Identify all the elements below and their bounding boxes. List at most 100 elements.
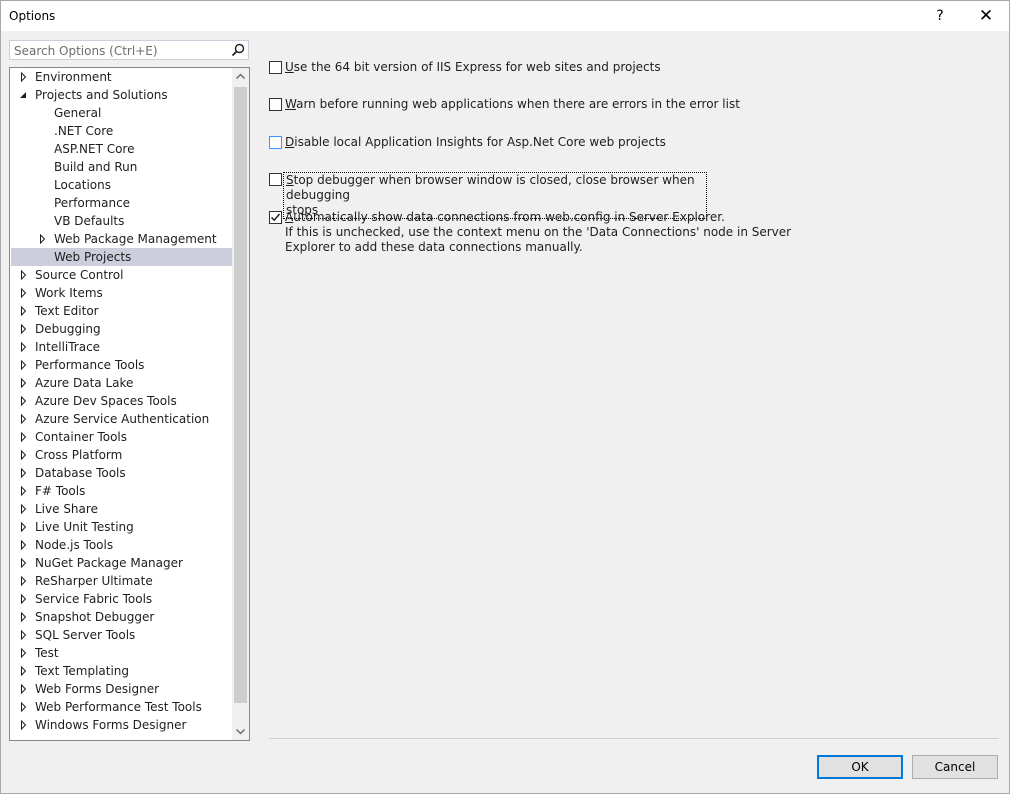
tree-item-live-share[interactable]: Live Share	[11, 500, 232, 518]
tree-item-label: Azure Data Lake	[35, 376, 134, 390]
tree-item-vb-defaults[interactable]: VB Defaults	[11, 212, 232, 230]
tree-item-sql-server-tools[interactable]: SQL Server Tools	[11, 626, 232, 644]
tree-item-build-and-run[interactable]: Build and Run	[11, 158, 232, 176]
tree-item-net-core[interactable]: .NET Core	[11, 122, 232, 140]
tree-item-service-fabric-tools[interactable]: Service Fabric Tools	[11, 590, 232, 608]
tree-item-intellitrace[interactable]: IntelliTrace	[11, 338, 232, 356]
scroll-down-icon[interactable]	[232, 723, 249, 740]
collapsed-arrow-icon[interactable]	[19, 716, 29, 734]
collapsed-arrow-icon[interactable]	[19, 590, 29, 608]
tree-item-text-templating[interactable]: Text Templating	[11, 662, 232, 680]
collapsed-arrow-icon[interactable]	[19, 572, 29, 590]
tree-item-environment[interactable]: Environment	[11, 68, 232, 86]
tree-item-label: Performance Tools	[35, 358, 145, 372]
collapsed-arrow-icon[interactable]	[19, 554, 29, 572]
collapsed-arrow-icon[interactable]	[19, 536, 29, 554]
checkbox-warn-before-running[interactable]	[269, 98, 282, 111]
collapsed-arrow-icon[interactable]	[19, 662, 29, 680]
search-icon[interactable]	[231, 43, 245, 57]
collapsed-arrow-icon[interactable]	[19, 518, 29, 536]
tree-item-node-js-tools[interactable]: Node.js Tools	[11, 536, 232, 554]
tree-item-label: Projects and Solutions	[35, 88, 168, 102]
cancel-button[interactable]: Cancel	[912, 755, 998, 779]
collapsed-arrow-icon[interactable]	[19, 338, 29, 356]
collapsed-arrow-icon[interactable]	[19, 284, 29, 302]
tree-item-nuget-package-manager[interactable]: NuGet Package Manager	[11, 554, 232, 572]
tree-item-label: Snapshot Debugger	[35, 610, 155, 624]
collapsed-arrow-icon[interactable]	[19, 428, 29, 446]
collapsed-arrow-icon[interactable]	[19, 626, 29, 644]
tree-item-source-control[interactable]: Source Control	[11, 266, 232, 284]
tree-item-web-forms-designer[interactable]: Web Forms Designer	[11, 680, 232, 698]
collapsed-arrow-icon[interactable]	[19, 500, 29, 518]
scroll-up-icon[interactable]	[232, 68, 249, 85]
collapsed-arrow-icon[interactable]	[19, 446, 29, 464]
tree-item-label: Performance	[54, 196, 131, 210]
collapsed-arrow-icon[interactable]	[19, 644, 29, 662]
collapsed-arrow-icon[interactable]	[19, 266, 29, 284]
tree-item-work-items[interactable]: Work Items	[11, 284, 232, 302]
tree-item-azure-service-authentication[interactable]: Azure Service Authentication	[11, 410, 232, 428]
collapsed-arrow-icon[interactable]	[19, 608, 29, 626]
search-options-input[interactable]: Search Options (Ctrl+E)	[9, 40, 249, 60]
checkmark-icon	[270, 213, 281, 222]
checkbox-64bit-iis-express[interactable]	[269, 61, 282, 74]
tree-item-test[interactable]: Test	[11, 644, 232, 662]
tree-item-performance[interactable]: Performance	[11, 194, 232, 212]
collapsed-arrow-icon[interactable]	[19, 356, 29, 374]
collapsed-arrow-icon[interactable]	[19, 680, 29, 698]
tree-item-azure-dev-spaces-tools[interactable]: Azure Dev Spaces Tools	[11, 392, 232, 410]
tree-item-text-editor[interactable]: Text Editor	[11, 302, 232, 320]
tree-item-live-unit-testing[interactable]: Live Unit Testing	[11, 518, 232, 536]
tree-item-label: Database Tools	[35, 466, 126, 480]
collapsed-arrow-icon[interactable]	[19, 302, 29, 320]
checkbox-show-data-connections[interactable]	[269, 211, 282, 224]
close-button[interactable]: ✕	[963, 1, 1009, 31]
tree-item-web-projects[interactable]: Web Projects	[11, 248, 232, 266]
search-placeholder: Search Options (Ctrl+E)	[14, 44, 158, 58]
collapsed-arrow-icon[interactable]	[19, 320, 29, 338]
tree-item-container-tools[interactable]: Container Tools	[11, 428, 232, 446]
tree-item-windows-forms-designer[interactable]: Windows Forms Designer	[11, 716, 232, 734]
tree-item-label: Web Performance Test Tools	[35, 700, 202, 714]
options-tree[interactable]: Windows Forms Designer Web Performance Te…	[9, 67, 250, 741]
tree-item-label: Windows Forms Designer	[35, 718, 187, 732]
tree-item-database-tools[interactable]: Database Tools	[11, 464, 232, 482]
tree-item-label: Azure Service Authentication	[35, 412, 210, 426]
tree-item-resharper-ultimate[interactable]: ReSharper Ultimate	[11, 572, 232, 590]
tree-scrollbar[interactable]	[232, 68, 249, 740]
collapsed-arrow-icon[interactable]	[19, 68, 29, 86]
tree-item-label: General	[54, 106, 102, 120]
collapsed-arrow-icon[interactable]	[19, 410, 29, 428]
tree-item-web-performance-test-tools[interactable]: Web Performance Test Tools	[11, 698, 232, 716]
tree-item-cross-platform[interactable]: Cross Platform	[11, 446, 232, 464]
tree-item-f-tools[interactable]: F# Tools	[11, 482, 232, 500]
tree-item-performance-tools[interactable]: Performance Tools	[11, 356, 232, 374]
tree-item-label: Azure Dev Spaces Tools	[35, 394, 177, 408]
tree-item-projects-and-solutions[interactable]: Projects and Solutions	[11, 86, 232, 104]
ok-button[interactable]: OK	[817, 755, 903, 779]
tree-item-locations[interactable]: Locations	[11, 176, 232, 194]
collapsed-arrow-icon[interactable]	[38, 230, 48, 248]
collapsed-arrow-icon[interactable]	[19, 482, 29, 500]
tree-item-azure-data-lake[interactable]: Azure Data Lake	[11, 374, 232, 392]
collapsed-arrow-icon[interactable]	[19, 374, 29, 392]
expanded-arrow-icon[interactable]	[19, 86, 29, 104]
collapsed-arrow-icon[interactable]	[19, 464, 29, 482]
tree-item-general[interactable]: General	[11, 104, 232, 122]
checkbox-stop-debugger[interactable]	[269, 173, 282, 186]
title-bar: Options ? ✕	[1, 1, 1009, 31]
collapsed-arrow-icon[interactable]	[19, 392, 29, 410]
tree-item-label: Build and Run	[54, 160, 138, 174]
checkbox-disable-app-insights[interactable]	[269, 136, 282, 149]
tree-item-label: VB Defaults	[54, 214, 125, 228]
options-dialog: Options ? ✕ Search Options (Ctrl+E) Wind…	[0, 0, 1010, 794]
tree-item-web-package-management[interactable]: Web Package Management	[11, 230, 232, 248]
tree-item-label: Locations	[54, 178, 112, 192]
tree-item-snapshot-debugger[interactable]: Snapshot Debugger	[11, 608, 232, 626]
tree-item-debugging[interactable]: Debugging	[11, 320, 232, 338]
help-button[interactable]: ?	[917, 1, 963, 31]
scroll-thumb[interactable]	[234, 87, 247, 703]
tree-item-asp-net-core[interactable]: ASP.NET Core	[11, 140, 232, 158]
collapsed-arrow-icon[interactable]	[19, 698, 29, 716]
